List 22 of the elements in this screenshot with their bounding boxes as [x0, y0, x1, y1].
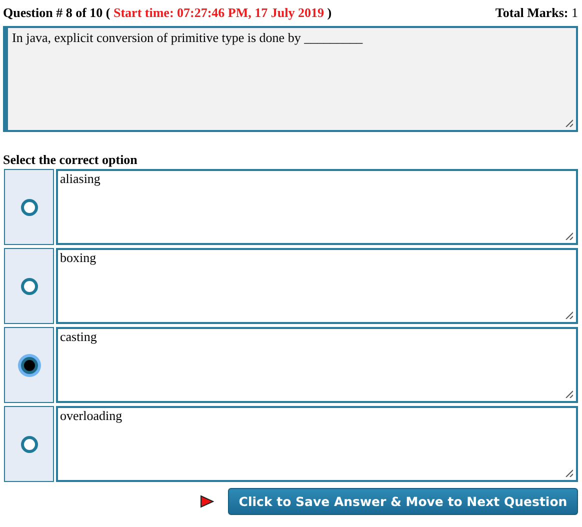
radio-button[interactable]	[20, 198, 38, 216]
option-text-area[interactable]: overloading	[56, 406, 578, 482]
total-marks-label: Total Marks:	[495, 5, 568, 20]
radio-button[interactable]	[20, 278, 38, 294]
play-arrow-icon	[200, 495, 214, 508]
resize-grip-icon	[565, 311, 573, 319]
option-text-area[interactable]: boxing	[56, 248, 578, 324]
resize-grip-icon	[565, 119, 573, 127]
resize-grip-icon	[565, 232, 573, 240]
options-heading: Select the correct option	[3, 152, 138, 168]
radio-button[interactable]	[20, 356, 38, 374]
option-text-area[interactable]: casting	[56, 327, 578, 403]
resize-grip-icon	[565, 469, 573, 477]
total-marks-value: 1	[572, 5, 578, 20]
question-text-area[interactable]: In java, explicit conversion of primitive type is done by _________	[3, 26, 578, 132]
start-time: Start time: 07:27:46 PM, 17 July 2019	[114, 5, 324, 20]
save-next-button[interactable]: Click to Save Answer & Move to Next Question	[228, 488, 578, 515]
question-number: Question # 8 of 10 (	[3, 5, 110, 20]
closing-parenthesis: )	[327, 5, 332, 20]
radio-button[interactable]	[20, 436, 38, 452]
resize-grip-icon	[565, 390, 573, 398]
option-text-area[interactable]: aliasing	[56, 169, 578, 245]
